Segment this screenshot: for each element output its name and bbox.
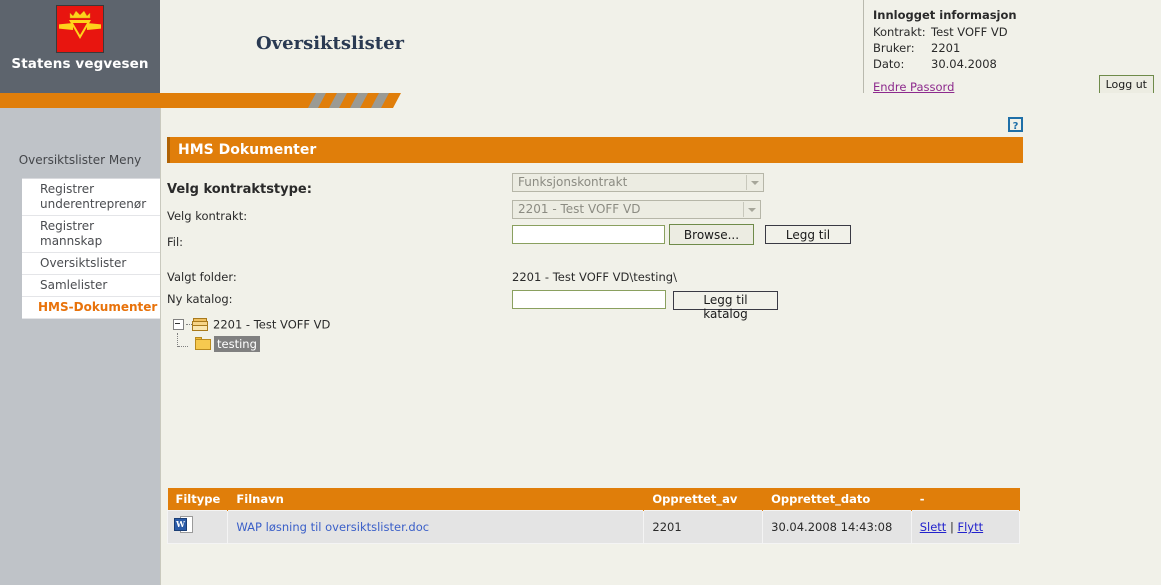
selected-folder-label: Valgt folder: [167,270,237,284]
contract-type-value: Funksjonskontrakt [518,175,628,189]
help-icon[interactable]: ? [1008,117,1023,132]
browse-button[interactable]: Browse... [669,224,754,245]
tree-row-root[interactable]: 2201 - Test VOFF VD [173,317,330,336]
tree-indent-guide-horizontal [178,346,188,348]
files-table-header-row: Filtype Filnavn Opprettet_av Opprettet_d… [167,488,1021,511]
login-info-value-kontrakt: Test VOFF VD [931,25,1008,39]
tree-indent-guide [177,333,179,347]
section-title: HMS Dokumenter [167,137,1023,163]
new-catalog-input[interactable] [512,290,666,309]
tree-root-label[interactable]: 2201 - Test VOFF VD [213,318,330,332]
change-password-link[interactable]: Endre Passord [873,80,954,94]
cell-filetype: W [166,510,229,544]
contract-label: Velg kontrakt: [167,209,248,223]
sidebar: Oversiktslister Meny Registrer underentr… [0,108,160,585]
file-label: Fil: [167,235,184,249]
page-title: Oversiktslister [256,33,405,54]
chevron-down-icon[interactable] [746,175,762,190]
sidebar-item-hms-dokumenter[interactable]: HMS-Dokumenter [22,297,160,319]
sidebar-menu-title: Oversiktslister Meny [18,153,142,167]
column-header-filnavn: Filnavn [227,488,645,511]
cell-actions: Slett | Flytt [910,510,1021,544]
accent-bar-fill [0,93,318,108]
folder-icon [195,337,211,350]
move-link[interactable]: Flytt [958,520,984,534]
column-header-actions: - [911,488,1021,511]
vegvesen-emblem-icon [56,5,104,53]
logout-button[interactable]: Logg ut [1098,75,1154,94]
new-catalog-label: Ny katalog: [167,292,233,306]
column-header-filtype: Filtype [167,488,229,511]
contract-select[interactable]: 2201 - Test VOFF VD [512,200,761,219]
brand-name: Statens vegvesen [11,56,149,72]
files-table-head: Filtype Filnavn Opprettet_av Opprettet_d… [167,488,1021,511]
file-input[interactable] [512,225,665,244]
action-separator: | [949,520,954,534]
contract-type-label: Velg kontraktstype: [167,182,312,197]
sidebar-item-oversiktslister[interactable]: Oversiktslister [22,253,160,275]
add-file-button[interactable]: Legg til [765,225,851,244]
login-info-key-kontrakt: Kontrakt: [873,25,926,39]
contract-value: 2201 - Test VOFF VD [518,202,641,216]
login-info-key-dato: Dato: [873,57,905,71]
chevron-down-icon[interactable] [743,202,759,217]
column-header-opprettet-dato: Opprettet_dato [762,488,912,511]
word-document-icon: W [174,516,194,535]
login-info-panel: Innlogget informasjon Kontrakt: Test VOF… [863,0,1161,101]
files-table-body: W WAP løsning til oversiktslister.doc 22… [166,510,1021,544]
table-row: W WAP løsning til oversiktslister.doc 22… [166,510,1021,544]
login-info-row-bruker: Bruker: 2201 [873,40,1008,56]
contract-type-select[interactable]: Funksjonskontrakt [512,173,764,192]
folder-stack-icon [192,317,209,332]
brand-logo-panel: Statens vegvesen [0,0,160,93]
cell-created-by: 2201 [643,510,764,544]
files-table: Filtype Filnavn Opprettet_av Opprettet_d… [166,488,1021,544]
sidebar-item-registrer-underentreprenor[interactable]: Registrer underentreprenør [22,179,160,216]
top-banner: Statens vegvesen Oversiktslister Innlogg… [0,0,1161,101]
login-info-heading: Innlogget informasjon [873,8,1017,22]
add-catalog-button[interactable]: Legg til katalog [673,291,778,321]
tree-row-child[interactable]: testing [173,333,330,355]
sidebar-item-samlelister[interactable]: Samlelister [22,275,160,297]
column-header-opprettet-av: Opprettet_av [643,488,764,511]
login-info-key-bruker: Bruker: [873,41,915,55]
selected-folder-path: 2201 - Test VOFF VD\testing\ [512,270,677,284]
login-info-value-dato: 30.04.2008 [931,57,997,71]
accent-bar-stripes [308,93,401,108]
crown-icon [69,10,91,19]
accent-bar [0,93,1161,108]
cell-filename: WAP løsning til oversiktslister.doc [227,510,645,544]
login-info-table: Kontrakt: Test VOFF VD Bruker: 2201 Dato… [873,24,1008,72]
triangle-inner-icon [73,23,87,35]
file-name-link[interactable]: WAP løsning til oversiktslister.doc [236,520,429,534]
tree-child-label[interactable]: testing [214,335,260,352]
login-info-value-bruker: 2201 [931,41,961,55]
main-content: ? HMS Dokumenter Velg kontraktstype: Fun… [160,108,1161,585]
login-info-row-kontrakt: Kontrakt: Test VOFF VD [873,24,1008,40]
sidebar-menu-list: Registrer underentreprenør Registrer man… [22,178,160,319]
login-info-row-dato: Dato: 30.04.2008 [873,56,1008,72]
cell-created-date: 30.04.2008 14:43:08 [762,510,912,544]
tree-collapse-icon[interactable] [173,319,184,330]
folder-tree: 2201 - Test VOFF VD testing [173,317,330,355]
sidebar-item-registrer-mannskap[interactable]: Registrer mannskap [22,216,160,253]
delete-link[interactable]: Slett [920,520,947,534]
